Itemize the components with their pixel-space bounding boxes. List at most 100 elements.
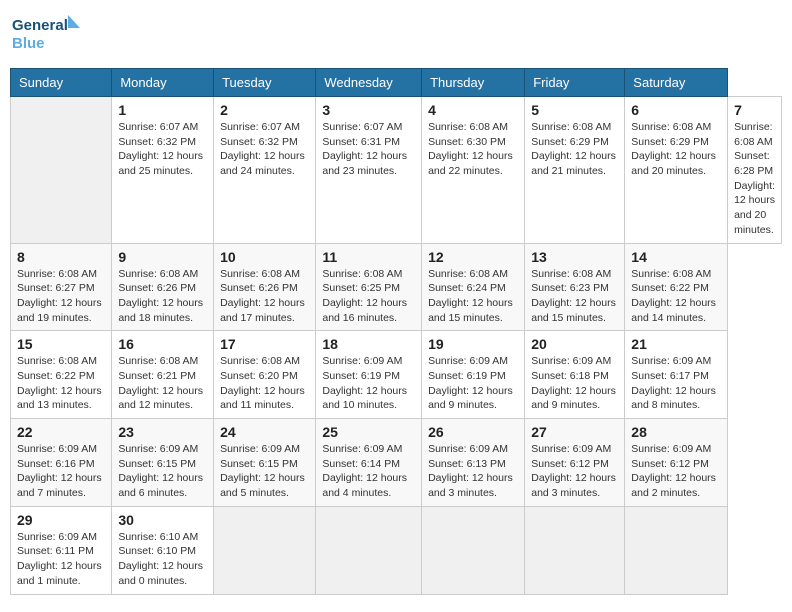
day-info: Sunrise: 6:09 AMSunset: 6:12 PMDaylight:… bbox=[531, 443, 616, 499]
calendar-cell: 22 Sunrise: 6:09 AMSunset: 6:16 PMDaylig… bbox=[11, 419, 112, 507]
calendar-week-row: 1 Sunrise: 6:07 AMSunset: 6:32 PMDayligh… bbox=[11, 97, 782, 244]
weekday-header-friday: Friday bbox=[525, 69, 625, 97]
day-number: 8 bbox=[17, 249, 105, 265]
calendar-cell: 29 Sunrise: 6:09 AMSunset: 6:11 PMDaylig… bbox=[11, 506, 112, 594]
calendar-cell: 7 Sunrise: 6:08 AMSunset: 6:28 PMDayligh… bbox=[728, 97, 782, 244]
calendar-cell: 13 Sunrise: 6:08 AMSunset: 6:23 PMDaylig… bbox=[525, 243, 625, 331]
day-info: Sunrise: 6:08 AMSunset: 6:26 PMDaylight:… bbox=[118, 268, 203, 324]
day-info: Sunrise: 6:08 AMSunset: 6:22 PMDaylight:… bbox=[17, 355, 102, 411]
calendar-cell: 24 Sunrise: 6:09 AMSunset: 6:15 PMDaylig… bbox=[214, 419, 316, 507]
day-info: Sunrise: 6:08 AMSunset: 6:26 PMDaylight:… bbox=[220, 268, 305, 324]
day-number: 19 bbox=[428, 336, 518, 352]
day-number: 14 bbox=[631, 249, 721, 265]
weekday-header-tuesday: Tuesday bbox=[214, 69, 316, 97]
day-number: 16 bbox=[118, 336, 207, 352]
day-info: Sunrise: 6:09 AMSunset: 6:17 PMDaylight:… bbox=[631, 355, 716, 411]
logo: General Blue bbox=[10, 10, 80, 60]
calendar-cell bbox=[214, 506, 316, 594]
calendar-cell bbox=[525, 506, 625, 594]
day-number: 24 bbox=[220, 424, 309, 440]
calendar-cell: 30 Sunrise: 6:10 AMSunset: 6:10 PMDaylig… bbox=[112, 506, 214, 594]
day-number: 4 bbox=[428, 102, 518, 118]
day-info: Sunrise: 6:09 AMSunset: 6:15 PMDaylight:… bbox=[220, 443, 305, 499]
day-info: Sunrise: 6:09 AMSunset: 6:19 PMDaylight:… bbox=[322, 355, 407, 411]
calendar-cell: 14 Sunrise: 6:08 AMSunset: 6:22 PMDaylig… bbox=[625, 243, 728, 331]
calendar-cell: 6 Sunrise: 6:08 AMSunset: 6:29 PMDayligh… bbox=[625, 97, 728, 244]
weekday-header-wednesday: Wednesday bbox=[316, 69, 422, 97]
day-info: Sunrise: 6:08 AMSunset: 6:21 PMDaylight:… bbox=[118, 355, 203, 411]
calendar-cell: 3 Sunrise: 6:07 AMSunset: 6:31 PMDayligh… bbox=[316, 97, 422, 244]
calendar-cell: 21 Sunrise: 6:09 AMSunset: 6:17 PMDaylig… bbox=[625, 331, 728, 419]
weekday-header-sunday: Sunday bbox=[11, 69, 112, 97]
day-number: 17 bbox=[220, 336, 309, 352]
calendar-cell: 9 Sunrise: 6:08 AMSunset: 6:26 PMDayligh… bbox=[112, 243, 214, 331]
day-number: 1 bbox=[118, 102, 207, 118]
day-number: 6 bbox=[631, 102, 721, 118]
day-info: Sunrise: 6:09 AMSunset: 6:14 PMDaylight:… bbox=[322, 443, 407, 499]
day-number: 11 bbox=[322, 249, 415, 265]
calendar-cell: 18 Sunrise: 6:09 AMSunset: 6:19 PMDaylig… bbox=[316, 331, 422, 419]
day-number: 29 bbox=[17, 512, 105, 528]
day-info: Sunrise: 6:08 AMSunset: 6:22 PMDaylight:… bbox=[631, 268, 716, 324]
calendar-week-row: 29 Sunrise: 6:09 AMSunset: 6:11 PMDaylig… bbox=[11, 506, 782, 594]
day-info: Sunrise: 6:07 AMSunset: 6:31 PMDaylight:… bbox=[322, 121, 407, 177]
calendar-cell: 25 Sunrise: 6:09 AMSunset: 6:14 PMDaylig… bbox=[316, 419, 422, 507]
day-number: 7 bbox=[734, 102, 775, 118]
day-number: 28 bbox=[631, 424, 721, 440]
day-number: 10 bbox=[220, 249, 309, 265]
day-info: Sunrise: 6:10 AMSunset: 6:10 PMDaylight:… bbox=[118, 531, 203, 587]
day-number: 18 bbox=[322, 336, 415, 352]
calendar-cell: 4 Sunrise: 6:08 AMSunset: 6:30 PMDayligh… bbox=[422, 97, 525, 244]
calendar-cell: 5 Sunrise: 6:08 AMSunset: 6:29 PMDayligh… bbox=[525, 97, 625, 244]
weekday-header-monday: Monday bbox=[112, 69, 214, 97]
day-number: 9 bbox=[118, 249, 207, 265]
day-number: 26 bbox=[428, 424, 518, 440]
day-info: Sunrise: 6:08 AMSunset: 6:24 PMDaylight:… bbox=[428, 268, 513, 324]
day-info: Sunrise: 6:08 AMSunset: 6:29 PMDaylight:… bbox=[631, 121, 716, 177]
calendar-cell: 17 Sunrise: 6:08 AMSunset: 6:20 PMDaylig… bbox=[214, 331, 316, 419]
calendar-cell: 28 Sunrise: 6:09 AMSunset: 6:12 PMDaylig… bbox=[625, 419, 728, 507]
calendar-header-row: SundayMondayTuesdayWednesdayThursdayFrid… bbox=[11, 69, 782, 97]
calendar-cell: 23 Sunrise: 6:09 AMSunset: 6:15 PMDaylig… bbox=[112, 419, 214, 507]
day-info: Sunrise: 6:08 AMSunset: 6:27 PMDaylight:… bbox=[17, 268, 102, 324]
day-info: Sunrise: 6:07 AMSunset: 6:32 PMDaylight:… bbox=[118, 121, 203, 177]
day-info: Sunrise: 6:08 AMSunset: 6:30 PMDaylight:… bbox=[428, 121, 513, 177]
calendar-cell: 1 Sunrise: 6:07 AMSunset: 6:32 PMDayligh… bbox=[112, 97, 214, 244]
day-info: Sunrise: 6:08 AMSunset: 6:20 PMDaylight:… bbox=[220, 355, 305, 411]
day-info: Sunrise: 6:09 AMSunset: 6:18 PMDaylight:… bbox=[531, 355, 616, 411]
calendar-cell bbox=[625, 506, 728, 594]
calendar-week-row: 8 Sunrise: 6:08 AMSunset: 6:27 PMDayligh… bbox=[11, 243, 782, 331]
day-number: 15 bbox=[17, 336, 105, 352]
day-info: Sunrise: 6:09 AMSunset: 6:15 PMDaylight:… bbox=[118, 443, 203, 499]
calendar-cell: 26 Sunrise: 6:09 AMSunset: 6:13 PMDaylig… bbox=[422, 419, 525, 507]
day-info: Sunrise: 6:08 AMSunset: 6:25 PMDaylight:… bbox=[322, 268, 407, 324]
calendar-cell bbox=[11, 97, 112, 244]
day-info: Sunrise: 6:09 AMSunset: 6:12 PMDaylight:… bbox=[631, 443, 716, 499]
calendar-cell: 20 Sunrise: 6:09 AMSunset: 6:18 PMDaylig… bbox=[525, 331, 625, 419]
day-number: 5 bbox=[531, 102, 618, 118]
day-info: Sunrise: 6:09 AMSunset: 6:11 PMDaylight:… bbox=[17, 531, 102, 587]
day-number: 12 bbox=[428, 249, 518, 265]
day-info: Sunrise: 6:09 AMSunset: 6:16 PMDaylight:… bbox=[17, 443, 102, 499]
day-info: Sunrise: 6:08 AMSunset: 6:29 PMDaylight:… bbox=[531, 121, 616, 177]
day-info: Sunrise: 6:08 AMSunset: 6:23 PMDaylight:… bbox=[531, 268, 616, 324]
day-number: 21 bbox=[631, 336, 721, 352]
calendar-cell: 27 Sunrise: 6:09 AMSunset: 6:12 PMDaylig… bbox=[525, 419, 625, 507]
weekday-header-saturday: Saturday bbox=[625, 69, 728, 97]
calendar-cell: 15 Sunrise: 6:08 AMSunset: 6:22 PMDaylig… bbox=[11, 331, 112, 419]
day-number: 22 bbox=[17, 424, 105, 440]
day-info: Sunrise: 6:07 AMSunset: 6:32 PMDaylight:… bbox=[220, 121, 305, 177]
day-number: 3 bbox=[322, 102, 415, 118]
day-info: Sunrise: 6:08 AMSunset: 6:28 PMDaylight:… bbox=[734, 121, 775, 236]
svg-text:General: General bbox=[12, 17, 68, 34]
calendar-cell: 2 Sunrise: 6:07 AMSunset: 6:32 PMDayligh… bbox=[214, 97, 316, 244]
day-number: 25 bbox=[322, 424, 415, 440]
page-header: General Blue bbox=[10, 10, 782, 60]
day-number: 2 bbox=[220, 102, 309, 118]
day-number: 13 bbox=[531, 249, 618, 265]
calendar-cell: 19 Sunrise: 6:09 AMSunset: 6:19 PMDaylig… bbox=[422, 331, 525, 419]
day-info: Sunrise: 6:09 AMSunset: 6:19 PMDaylight:… bbox=[428, 355, 513, 411]
calendar-cell: 16 Sunrise: 6:08 AMSunset: 6:21 PMDaylig… bbox=[112, 331, 214, 419]
calendar-week-row: 22 Sunrise: 6:09 AMSunset: 6:16 PMDaylig… bbox=[11, 419, 782, 507]
day-number: 27 bbox=[531, 424, 618, 440]
